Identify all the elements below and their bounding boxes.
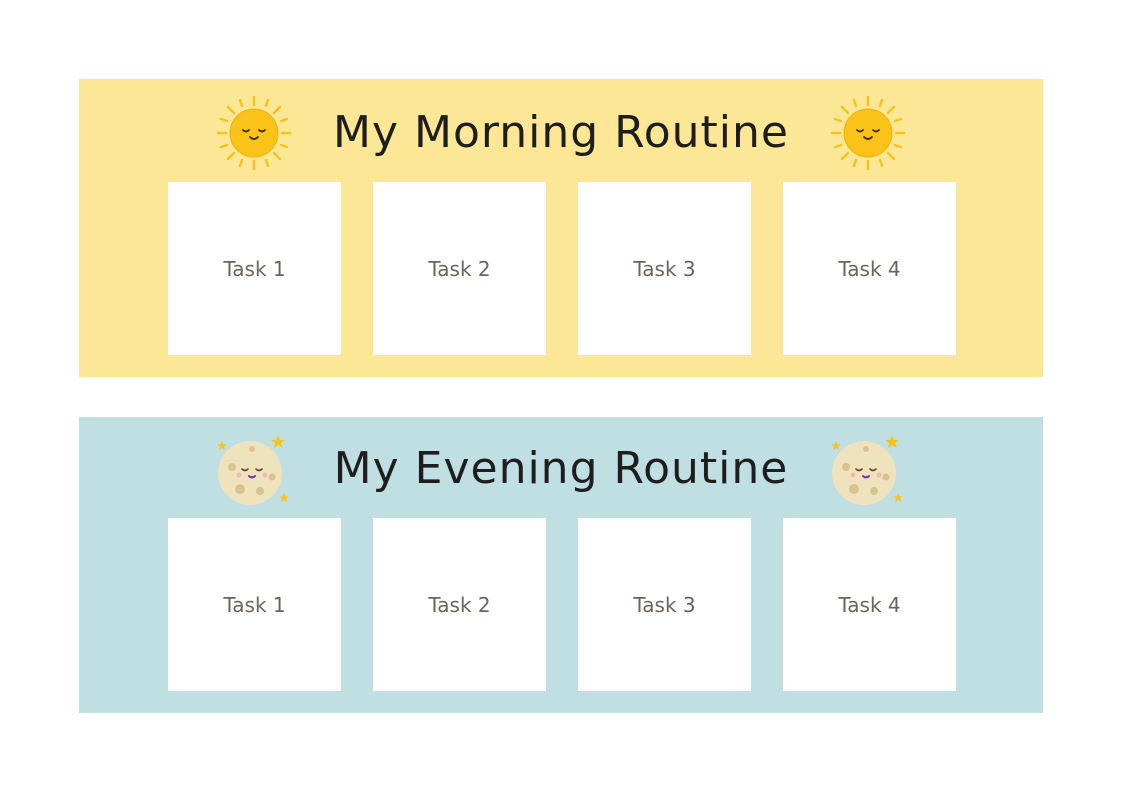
evening-task-card-3[interactable]: Task 3: [578, 518, 751, 691]
evening-task-card-4[interactable]: Task 4: [783, 518, 956, 691]
evening-routine-panel: My Evening Routine Task 1 Task 2 Task 3 …: [79, 417, 1043, 713]
morning-routine-panel: My Morning Routine Task 1 Task 2 Task 3 …: [79, 79, 1043, 377]
evening-task-list: Task 1 Task 2 Task 3 Task 4: [168, 518, 956, 691]
sun-icon: [830, 95, 906, 171]
morning-task-card-3[interactable]: Task 3: [578, 182, 751, 355]
morning-task-card-2[interactable]: Task 2: [373, 182, 546, 355]
evening-task-card-1[interactable]: Task 1: [168, 518, 341, 691]
evening-task-card-2[interactable]: Task 2: [373, 518, 546, 691]
morning-task-card-4[interactable]: Task 4: [783, 182, 956, 355]
morning-task-list: Task 1 Task 2 Task 3 Task 4: [168, 182, 956, 355]
moon-icon: [830, 434, 904, 506]
morning-task-card-1[interactable]: Task 1: [168, 182, 341, 355]
